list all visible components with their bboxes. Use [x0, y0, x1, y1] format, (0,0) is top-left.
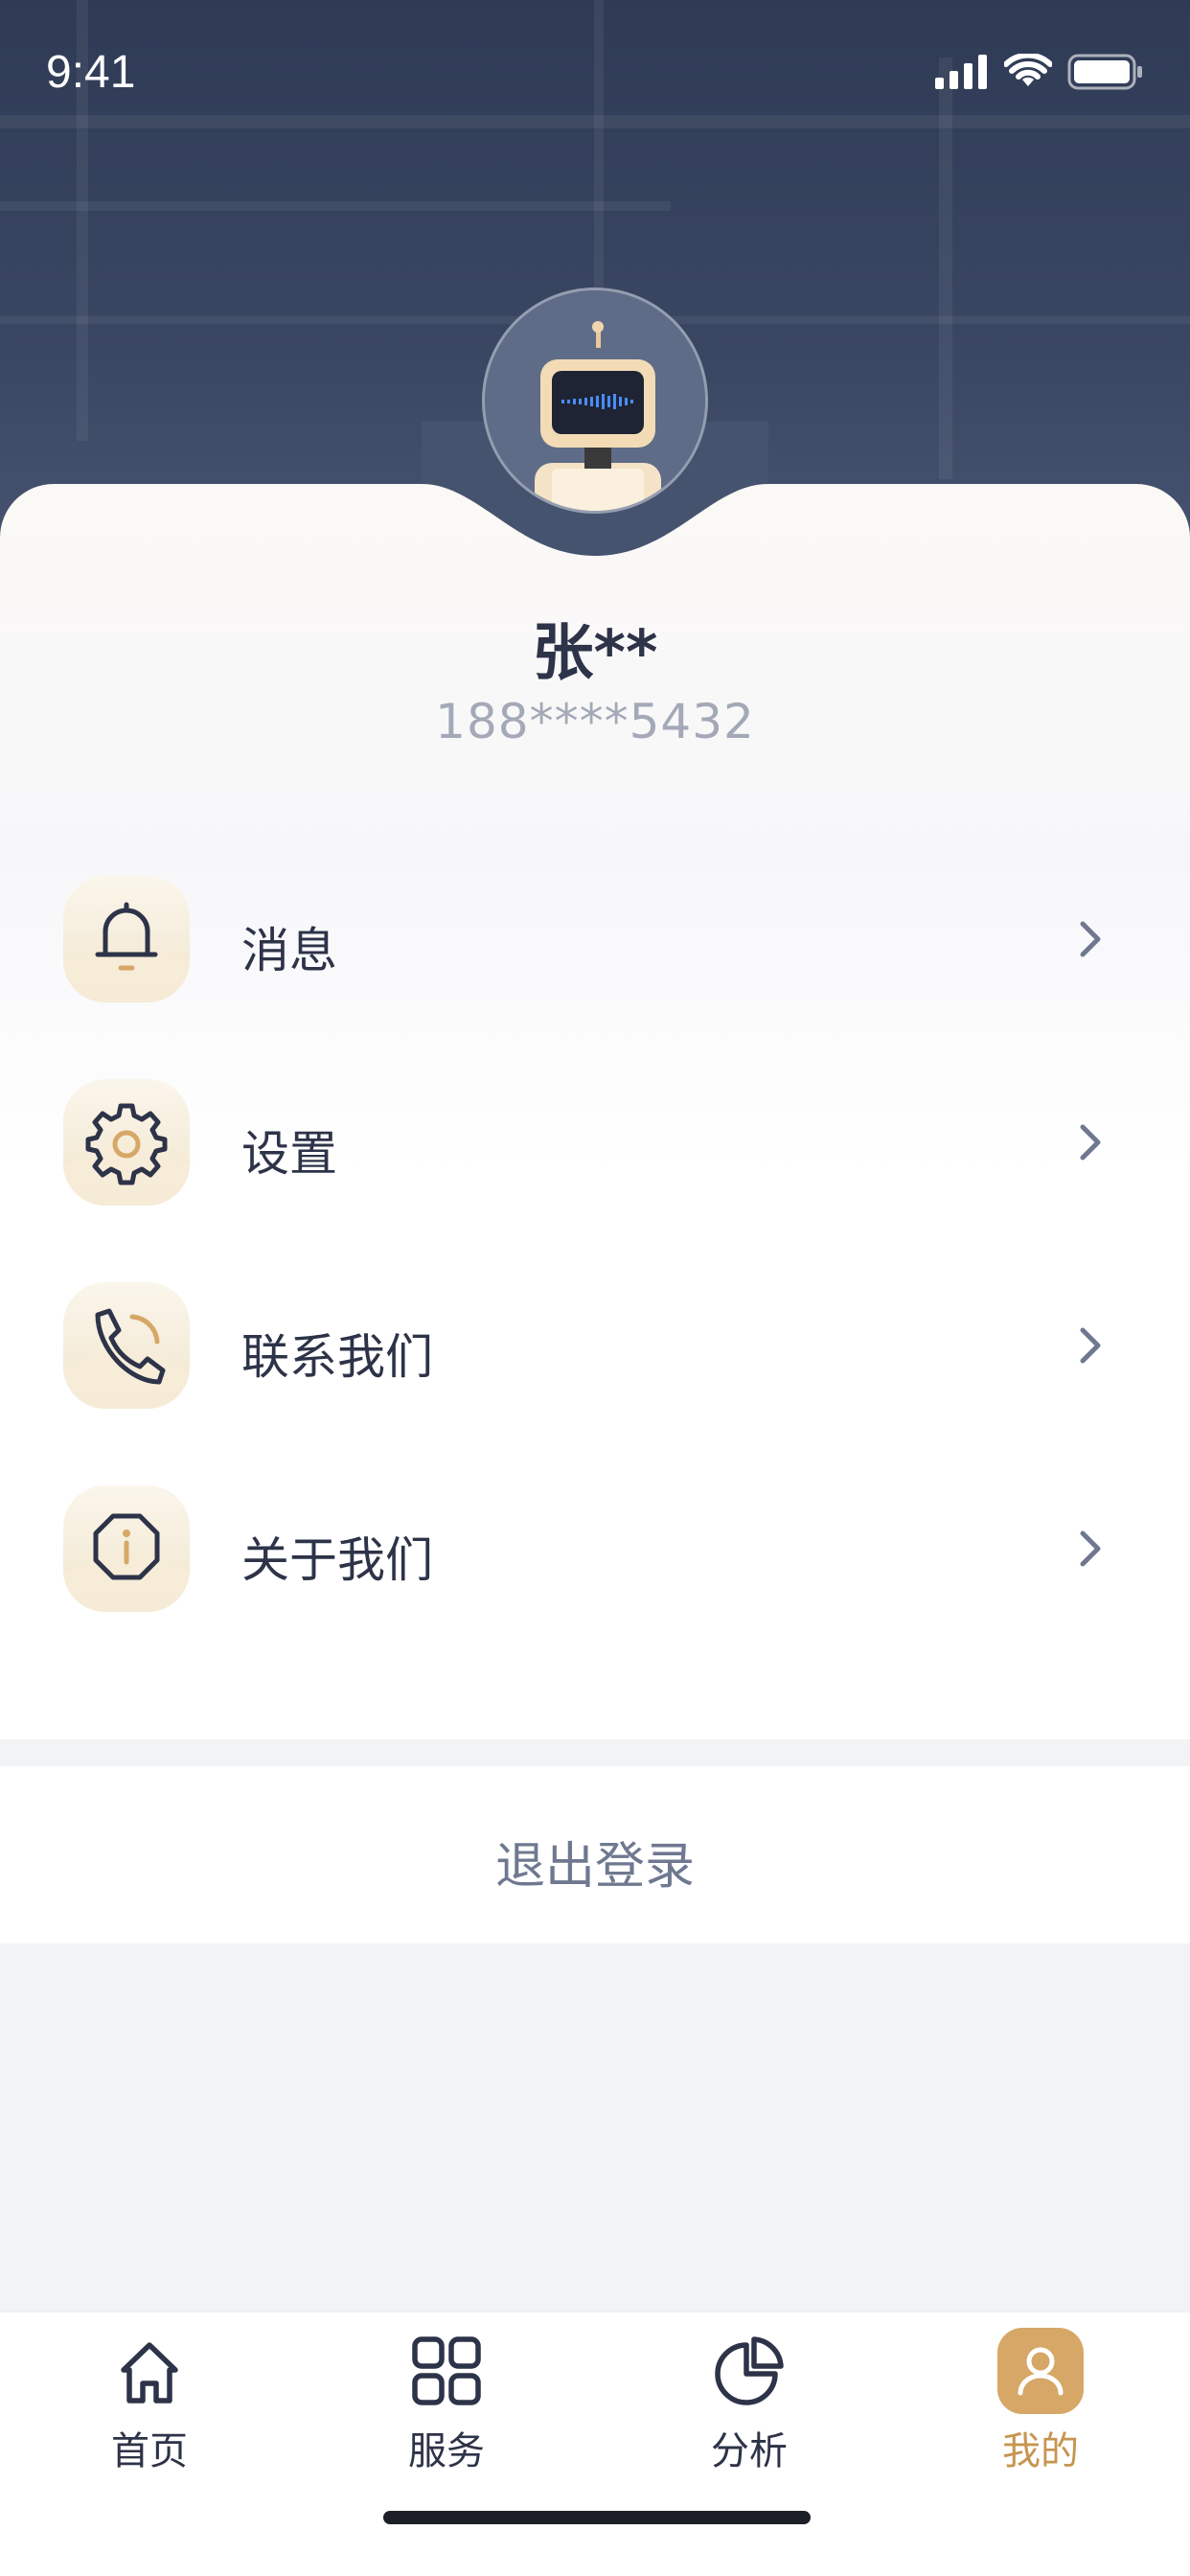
tab-bar: 首页 服务 分析 我的: [0, 2312, 1190, 2576]
pie-chart-icon: [715, 2336, 784, 2405]
chevron-right-icon: [1080, 1327, 1101, 1364]
menu-label-settings: 设置: [241, 1126, 337, 1182]
robot-avatar-icon: [485, 290, 705, 511]
logout-label: 退出登录: [494, 1838, 695, 1896]
chevron-right-icon: [1080, 1124, 1101, 1161]
menu-label-contact: 联系我们: [241, 1329, 433, 1385]
phone-icon: [63, 1308, 190, 1409]
grid-icon: [412, 2336, 481, 2405]
menu-item-about[interactable]: 关于我们: [0, 1462, 1190, 1635]
logout-button[interactable]: 退出登录: [0, 1766, 1190, 1944]
tab-label: 首页: [111, 2429, 188, 2473]
menu-icon-box: [63, 1282, 190, 1409]
menu-icon-box: [63, 876, 190, 1002]
tab-home[interactable]: 首页: [54, 2312, 245, 2504]
avatar[interactable]: [482, 288, 708, 514]
user-icon: [997, 2328, 1084, 2414]
tab-label: 服务: [408, 2429, 485, 2473]
gear-icon: [63, 1103, 190, 1206]
chevron-right-icon: [1080, 1530, 1101, 1567]
home-icon: [121, 2342, 178, 2404]
menu-label-messages: 消息: [241, 923, 337, 978]
wifi-icon: [1004, 54, 1052, 86]
tab-analysis[interactable]: 分析: [653, 2312, 845, 2504]
status-bar: 9:41: [0, 0, 1190, 144]
chevron-right-icon: [1080, 921, 1101, 957]
user-name: 张**: [532, 618, 658, 689]
tab-mine[interactable]: 我的: [945, 2312, 1136, 2504]
status-time: 9:41: [46, 47, 136, 98]
signal-icon: [935, 55, 987, 89]
bell-icon: [63, 902, 190, 1002]
info-icon: [63, 1513, 190, 1612]
menu-item-settings[interactable]: 设置: [0, 1056, 1190, 1229]
menu-label-about: 关于我们: [241, 1532, 433, 1588]
home-indicator: [383, 2511, 811, 2524]
user-phone: 188****5432: [435, 694, 755, 749]
section-divider: [0, 1739, 1190, 1766]
tab-label: 我的: [1002, 2429, 1079, 2473]
tab-services[interactable]: 服务: [351, 2312, 542, 2504]
menu-icon-box: [63, 1485, 190, 1612]
tab-label: 分析: [711, 2429, 788, 2473]
menu-item-contact[interactable]: 联系我们: [0, 1259, 1190, 1432]
menu-icon-box: [63, 1079, 190, 1206]
menu-item-messages[interactable]: 消息: [0, 853, 1190, 1025]
battery-icon: [1067, 54, 1142, 90]
status-icons: [935, 54, 1144, 90]
